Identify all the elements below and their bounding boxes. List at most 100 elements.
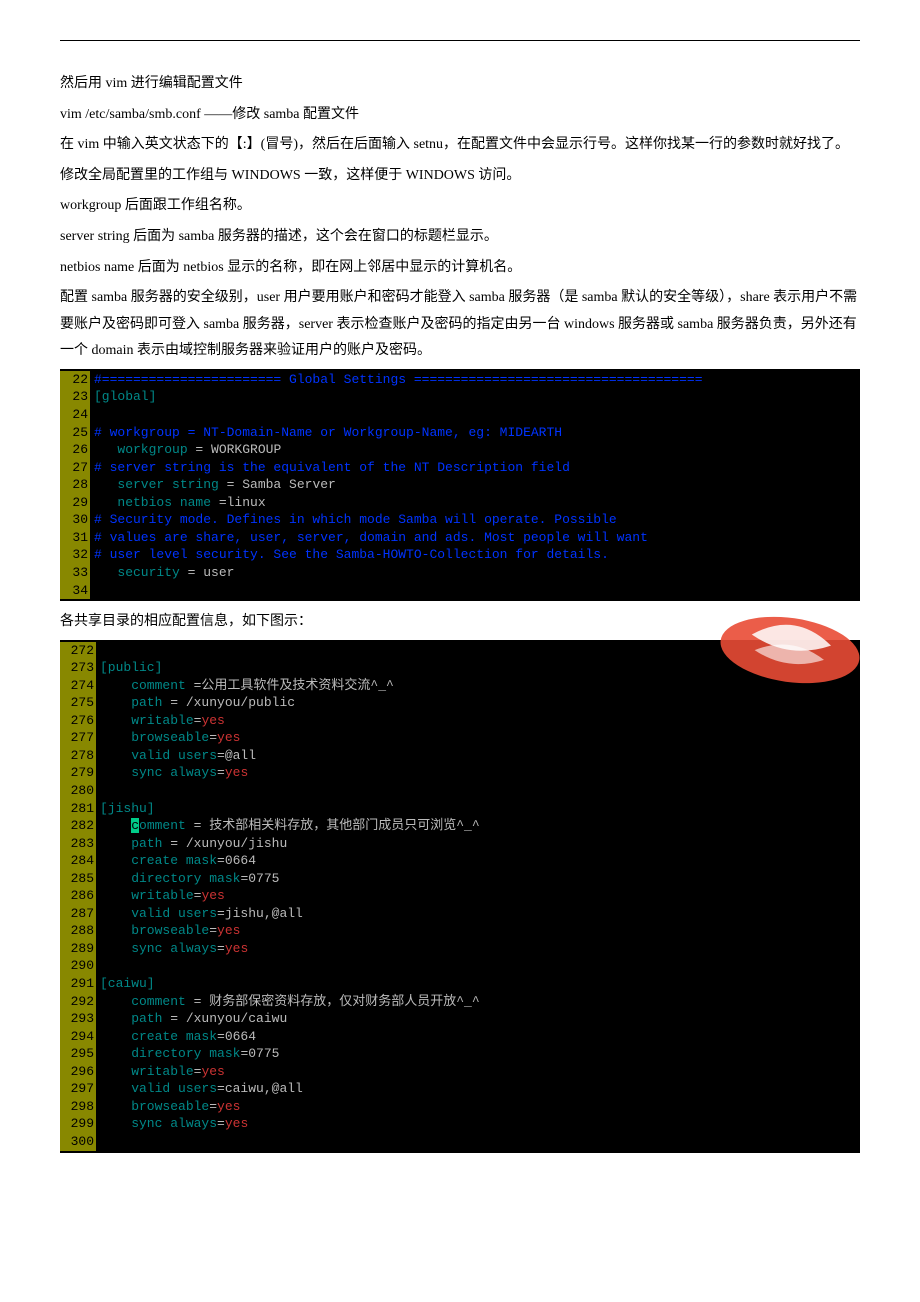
line-number: 287 — [60, 905, 96, 923]
line-number: 32 — [60, 546, 90, 564]
code-line: 30# Security mode. Defines in which mode… — [60, 511, 860, 529]
code-line: 288 browseable=yes — [60, 922, 860, 940]
paragraph: 配置 samba 服务器的安全级别，user 用户要用账户和密码才能登入 sam… — [60, 285, 860, 365]
code-line: 32# user level security. See the Samba-H… — [60, 546, 860, 564]
code-line: 33 security = user — [60, 564, 860, 582]
code-content: writable=yes — [96, 1063, 860, 1081]
line-number: 34 — [60, 582, 90, 600]
code-line: 300 — [60, 1133, 860, 1151]
code-line: 275 path = /xunyou/public — [60, 694, 860, 712]
code-line: 24 — [60, 406, 860, 424]
paragraph: workgroup 后面跟工作组名称。 — [60, 193, 860, 220]
line-number: 293 — [60, 1010, 96, 1028]
line-number: 273 — [60, 659, 96, 677]
code-screenshot-global: 22#======================= Global Settin… — [60, 369, 860, 601]
line-number: 285 — [60, 870, 96, 888]
code-content: netbios name =linux — [90, 494, 860, 512]
line-number: 283 — [60, 835, 96, 853]
code-content — [96, 782, 860, 800]
code-content — [96, 957, 860, 975]
code-line: 294 create mask=0664 — [60, 1028, 860, 1046]
code-line: 282 comment = 技术部相关料存放，其他部门成员只可浏览^_^ — [60, 817, 860, 835]
line-number: 28 — [60, 476, 90, 494]
code-content: directory mask=0775 — [96, 1045, 860, 1063]
code-line: 26 workgroup = WORKGROUP — [60, 441, 860, 459]
code-content: valid users=jishu,@all — [96, 905, 860, 923]
code-content: # values are share, user, server, domain… — [90, 529, 860, 547]
code-line: 274 comment =公用工具软件及技术资料交流^_^ — [60, 677, 860, 695]
line-number: 27 — [60, 459, 90, 477]
code-line: 34 — [60, 582, 860, 600]
code-line: 278 valid users=@all — [60, 747, 860, 765]
line-number: 280 — [60, 782, 96, 800]
code-content: sync always=yes — [96, 764, 860, 782]
code-line: 285 directory mask=0775 — [60, 870, 860, 888]
code-content: create mask=0664 — [96, 1028, 860, 1046]
code-line: 291[caiwu] — [60, 975, 860, 993]
paragraph: netbios name 后面为 netbios 显示的名称，即在网上邻居中显示… — [60, 255, 860, 282]
line-number: 282 — [60, 817, 96, 835]
code-content: create mask=0664 — [96, 852, 860, 870]
code-content: valid users=caiwu,@all — [96, 1080, 860, 1098]
line-number: 297 — [60, 1080, 96, 1098]
line-number: 274 — [60, 677, 96, 695]
line-number: 279 — [60, 764, 96, 782]
code-line: 272 — [60, 642, 860, 660]
code-content: comment = 财务部保密资料存放，仅对财务部人员开放^_^ — [96, 993, 860, 1011]
code-content — [96, 1133, 860, 1151]
code-content: # user level security. See the Samba-HOW… — [90, 546, 860, 564]
code-line: 296 writable=yes — [60, 1063, 860, 1081]
line-number: 284 — [60, 852, 96, 870]
body-text: 然后用 vim 进行编辑配置文件 vim /etc/samba/smb.conf… — [60, 71, 860, 365]
line-number: 296 — [60, 1063, 96, 1081]
code-content: [global] — [90, 388, 860, 406]
code-line: 287 valid users=jishu,@all — [60, 905, 860, 923]
code-content: directory mask=0775 — [96, 870, 860, 888]
code-line: 22#======================= Global Settin… — [60, 371, 860, 389]
horizontal-rule — [60, 40, 860, 41]
line-number: 294 — [60, 1028, 96, 1046]
line-number: 30 — [60, 511, 90, 529]
line-number: 292 — [60, 993, 96, 1011]
code-content: comment = 技术部相关料存放，其他部门成员只可浏览^_^ — [96, 817, 860, 835]
line-number: 26 — [60, 441, 90, 459]
code-line: 297 valid users=caiwu,@all — [60, 1080, 860, 1098]
paragraph: 修改全局配置里的工作组与 WINDOWS 一致，这样便于 WINDOWS 访问。 — [60, 163, 860, 190]
code-content: [public] — [96, 659, 860, 677]
code-line: 25# workgroup = NT-Domain-Name or Workgr… — [60, 424, 860, 442]
code-screenshot-shares: 272 273[public]274 comment =公用工具软件及技术资料交… — [60, 640, 860, 1153]
code-content: browseable=yes — [96, 1098, 860, 1116]
line-number: 295 — [60, 1045, 96, 1063]
code-line: 299 sync always=yes — [60, 1115, 860, 1133]
paragraph: vim /etc/samba/smb.conf ——修改 samba 配置文件 — [60, 102, 860, 129]
code-line: 284 create mask=0664 — [60, 852, 860, 870]
line-number: 286 — [60, 887, 96, 905]
code-line: 283 path = /xunyou/jishu — [60, 835, 860, 853]
line-number: 23 — [60, 388, 90, 406]
code-line: 277 browseable=yes — [60, 729, 860, 747]
code-content: # Security mode. Defines in which mode S… — [90, 511, 860, 529]
line-number: 33 — [60, 564, 90, 582]
code-line: 293 path = /xunyou/caiwu — [60, 1010, 860, 1028]
line-number: 276 — [60, 712, 96, 730]
line-number: 275 — [60, 694, 96, 712]
paragraph: 在 vim 中输入英文状态下的【:】(冒号)，然后在后面输入 setnu，在配置… — [60, 132, 860, 159]
code-content: writable=yes — [96, 887, 860, 905]
line-number: 298 — [60, 1098, 96, 1116]
code-content: [jishu] — [96, 800, 860, 818]
code-line: 29 netbios name =linux — [60, 494, 860, 512]
code-line: 289 sync always=yes — [60, 940, 860, 958]
code-line: 295 directory mask=0775 — [60, 1045, 860, 1063]
line-number: 290 — [60, 957, 96, 975]
line-number: 299 — [60, 1115, 96, 1133]
code-content — [90, 582, 860, 600]
code-content: server string = Samba Server — [90, 476, 860, 494]
line-number: 272 — [60, 642, 96, 660]
line-number: 278 — [60, 747, 96, 765]
line-number: 22 — [60, 371, 90, 389]
code-line: 290 — [60, 957, 860, 975]
code-line: 286 writable=yes — [60, 887, 860, 905]
code-content: writable=yes — [96, 712, 860, 730]
code-content — [90, 406, 860, 424]
code-content: [caiwu] — [96, 975, 860, 993]
